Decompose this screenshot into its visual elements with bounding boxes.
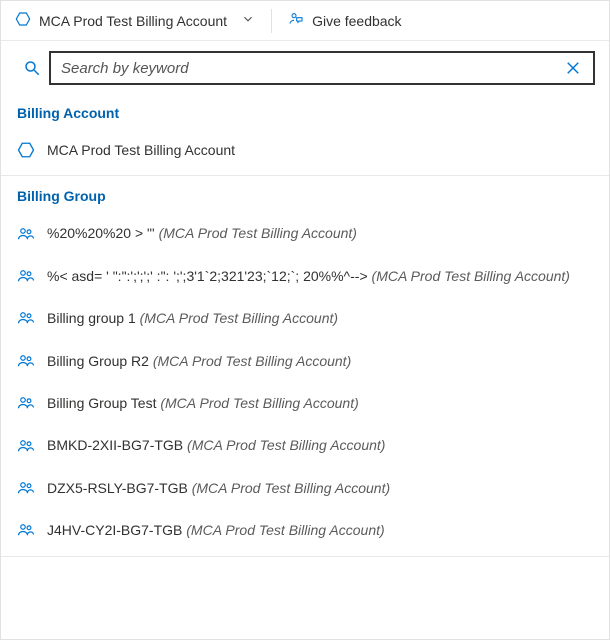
list-item-text: %20%20%20 > "' (MCA Prod Test Billing Ac…	[47, 222, 593, 244]
group-icon	[17, 521, 35, 539]
list-item-text: Billing group 1 (MCA Prod Test Billing A…	[47, 307, 593, 329]
clear-search-button[interactable]	[559, 54, 587, 82]
list-item-name: %20%20%20 > "'	[47, 225, 155, 241]
results-scroll[interactable]: Billing Account MCA Prod Test Billing Ac…	[1, 93, 609, 639]
list-item-name: J4HV-CY2I-BG7-TGB	[47, 522, 182, 538]
group-icon	[17, 309, 35, 327]
list-item-parent: (MCA Prod Test Billing Account)	[140, 310, 338, 326]
group-icon	[17, 352, 35, 370]
group-icon	[17, 225, 35, 243]
list-item[interactable]: J4HV-CY2I-BG7-TGB (MCA Prod Test Billing…	[1, 509, 609, 551]
list-item-text: Billing Group R2 (MCA Prod Test Billing …	[47, 350, 593, 372]
chevron-down-icon	[235, 12, 255, 29]
section-heading: Billing Account	[1, 93, 609, 129]
section-heading: Billing Group	[1, 176, 609, 212]
group-icon	[17, 479, 35, 497]
give-feedback-label: Give feedback	[312, 13, 402, 29]
list-item-parent: (MCA Prod Test Billing Account)	[153, 353, 351, 369]
list-item-name: Billing Group R2	[47, 353, 149, 369]
topbar: MCA Prod Test Billing Account Give feedb…	[1, 1, 609, 41]
vertical-divider	[271, 9, 272, 33]
list-item[interactable]: BMKD-2XII-BG7-TGB (MCA Prod Test Billing…	[1, 424, 609, 466]
list-item-parent: (MCA Prod Test Billing Account)	[159, 225, 357, 241]
hexagon-icon	[15, 11, 31, 30]
list-item-parent: (MCA Prod Test Billing Account)	[186, 522, 384, 538]
list-item-text: MCA Prod Test Billing Account	[47, 139, 593, 161]
feedback-icon	[288, 11, 304, 30]
list-item-name: BMKD-2XII-BG7-TGB	[47, 437, 183, 453]
list-item-text: J4HV-CY2I-BG7-TGB (MCA Prod Test Billing…	[47, 519, 593, 541]
list-item-parent: (MCA Prod Test Billing Account)	[187, 437, 385, 453]
list-item[interactable]: MCA Prod Test Billing Account	[1, 129, 609, 171]
list-item-text: Billing Group Test (MCA Prod Test Billin…	[47, 392, 593, 414]
list-item-text: BMKD-2XII-BG7-TGB (MCA Prod Test Billing…	[47, 434, 593, 456]
search-row	[1, 41, 609, 93]
search-box[interactable]	[49, 51, 595, 85]
group-icon	[17, 267, 35, 285]
list-item-parent: (MCA Prod Test Billing Account)	[160, 395, 358, 411]
list-item-parent: (MCA Prod Test Billing Account)	[192, 480, 390, 496]
group-icon	[17, 437, 35, 455]
list-item-name: Billing Group Test	[47, 395, 156, 411]
list-item[interactable]: Billing Group Test (MCA Prod Test Billin…	[1, 382, 609, 424]
list-item[interactable]: Billing group 1 (MCA Prod Test Billing A…	[1, 297, 609, 339]
list-item-name: %< asd= ' ":":';';';' :": ';';3'1`2;321'…	[47, 268, 368, 284]
dropdown-panel: MCA Prod Test Billing Account Give feedb…	[0, 0, 610, 640]
scope-selector-label: MCA Prod Test Billing Account	[39, 13, 227, 29]
list-item-name: DZX5-RSLY-BG7-TGB	[47, 480, 188, 496]
hexagon-icon	[17, 141, 35, 159]
list-item-name: Billing group 1	[47, 310, 136, 326]
list-item-name: MCA Prod Test Billing Account	[47, 142, 235, 158]
list-item[interactable]: DZX5-RSLY-BG7-TGB (MCA Prod Test Billing…	[1, 467, 609, 509]
list-item[interactable]: %< asd= ' ":":';';';' :": ';';3'1`2;321'…	[1, 255, 609, 297]
section-divider	[1, 556, 609, 557]
list-item-text: %< asd= ' ":":';';';' :": ';';3'1`2;321'…	[47, 265, 593, 287]
list-item-text: DZX5-RSLY-BG7-TGB (MCA Prod Test Billing…	[47, 477, 593, 499]
search-input[interactable]	[61, 60, 559, 77]
list-item-parent: (MCA Prod Test Billing Account)	[372, 268, 570, 284]
search-icon	[15, 59, 49, 77]
list-item[interactable]: Billing Group R2 (MCA Prod Test Billing …	[1, 340, 609, 382]
list-item[interactable]: %20%20%20 > "' (MCA Prod Test Billing Ac…	[1, 212, 609, 254]
scope-selector-button[interactable]: MCA Prod Test Billing Account	[7, 7, 263, 34]
give-feedback-button[interactable]: Give feedback	[280, 7, 410, 34]
group-icon	[17, 394, 35, 412]
